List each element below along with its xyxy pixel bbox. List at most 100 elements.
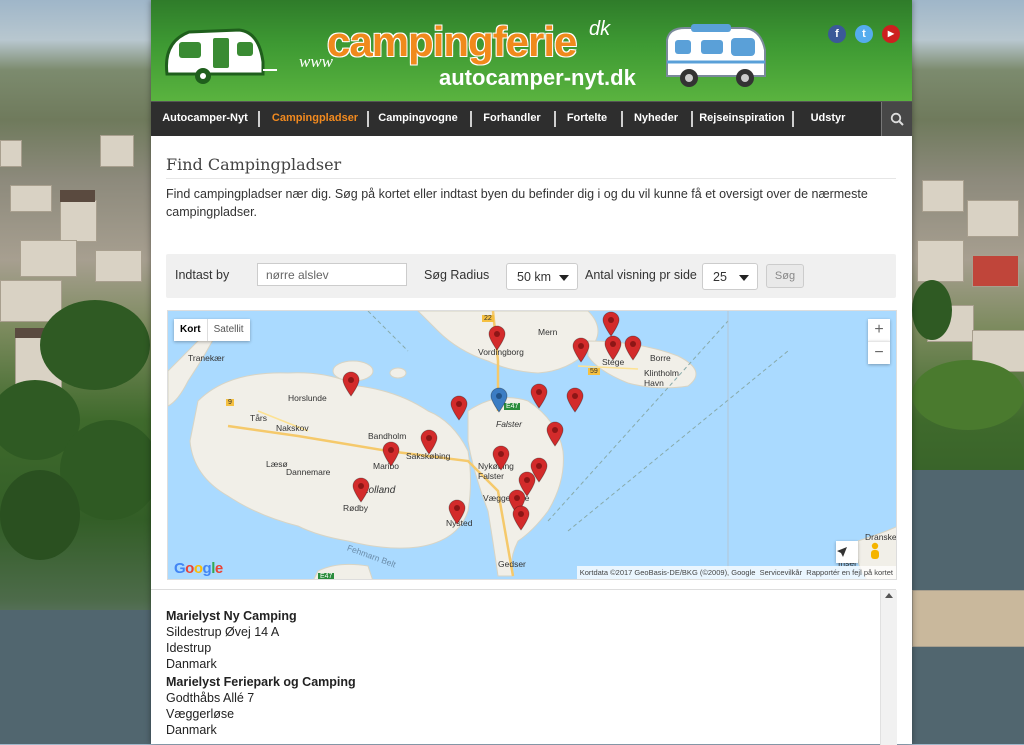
map-pin-icon xyxy=(512,505,530,531)
nav-separator xyxy=(621,111,623,127)
per-page-label: Antal visning pr side xyxy=(585,268,697,282)
campsite-map[interactable]: Kort Satellit + − Tranekær Horslunde Tårs… xyxy=(167,310,897,580)
google-logo: Google xyxy=(174,560,223,577)
nav-rejseinspiration[interactable]: Rejseinspiration xyxy=(698,102,786,136)
campsite-pin[interactable] xyxy=(512,505,530,531)
search-button[interactable] xyxy=(881,102,912,136)
nav-separator xyxy=(554,111,556,127)
radius-value: 50 km xyxy=(517,270,552,284)
result-country: Danmark xyxy=(166,723,217,737)
results-scrollbar[interactable] xyxy=(880,590,897,745)
background-scenery-right xyxy=(912,0,1024,744)
campsite-pin[interactable] xyxy=(488,325,506,351)
logo-subtitle[interactable]: autocamper-nyt.dk xyxy=(439,65,636,91)
campsite-pin[interactable] xyxy=(530,383,548,409)
campsite-pin[interactable] xyxy=(572,337,590,363)
zoom-out-button[interactable]: − xyxy=(868,341,890,364)
campsite-pin[interactable] xyxy=(546,421,564,447)
search-submit-button[interactable]: Søg xyxy=(766,264,804,288)
campsite-pin[interactable] xyxy=(624,335,642,361)
page-title: Find Campingpladser xyxy=(166,155,342,174)
map-pin-icon xyxy=(382,441,400,467)
zoom-in-button[interactable]: + xyxy=(868,319,890,341)
nav-autocamper-nyt[interactable]: Autocamper-Nyt xyxy=(159,102,251,136)
road-shield: 22 xyxy=(482,315,494,322)
attribution-data: Kortdata ©2017 GeoBasis-DE/BKG (©2009), … xyxy=(579,568,756,577)
map-pin-icon xyxy=(546,421,564,447)
campsite-pin[interactable] xyxy=(382,441,400,467)
map-label: Gedser xyxy=(498,559,526,569)
result-name[interactable]: Marielyst Feriepark og Camping xyxy=(166,675,356,689)
twitter-icon[interactable]: t xyxy=(855,25,873,43)
scroll-up-icon[interactable] xyxy=(885,593,893,598)
result-city: Idestrup xyxy=(166,641,212,655)
map-label: Borre xyxy=(650,353,671,363)
nav-campingvogne[interactable]: Campingvogne xyxy=(374,102,462,136)
nav-fortelte[interactable]: Fortelte xyxy=(561,102,613,136)
campsite-pin[interactable] xyxy=(450,395,468,421)
result-name[interactable]: Marielyst Ny Camping xyxy=(166,609,297,623)
my-location-button[interactable] xyxy=(836,541,858,563)
chevron-down-icon xyxy=(559,275,569,281)
per-page-select[interactable]: 25 xyxy=(702,263,758,290)
campsite-pin[interactable] xyxy=(420,429,438,455)
result-street: Godthåbs Allé 7 xyxy=(166,691,255,705)
facebook-icon[interactable]: f xyxy=(828,25,846,43)
city-input[interactable]: nørre alslev xyxy=(257,263,407,286)
nav-separator xyxy=(792,111,794,127)
map-type-control: Kort Satellit xyxy=(174,319,250,341)
site-header: www campingferie dk autocamper-nyt.dk f … xyxy=(151,0,912,101)
nav-udstyr[interactable]: Udstyr xyxy=(799,102,857,136)
city-label: Indtast by xyxy=(175,268,230,282)
map-type-satellite[interactable]: Satellit xyxy=(206,319,250,341)
road-shield: 59 xyxy=(588,368,600,375)
map-pin-icon xyxy=(492,445,510,471)
map-pin-icon xyxy=(490,387,508,413)
list-item[interactable]: Marielyst Feriepark og Camping Godthåbs … xyxy=(166,674,356,738)
campsite-pin[interactable] xyxy=(342,371,360,397)
street-view-pegman-icon[interactable] xyxy=(868,541,890,563)
nav-forhandler[interactable]: Forhandler xyxy=(477,102,547,136)
map-pin-icon xyxy=(530,383,548,409)
map-label: Nakskov xyxy=(276,423,309,433)
campsite-pin[interactable] xyxy=(448,499,466,525)
list-item[interactable]: Marielyst Ny Camping Sildestrup Øvej 14 … xyxy=(166,608,297,672)
map-pin-icon xyxy=(602,311,620,337)
report-error-link[interactable]: Rapportér en fejl på kortet xyxy=(806,568,893,577)
result-street: Sildestrup Øvej 14 A xyxy=(166,625,280,639)
radius-select[interactable]: 50 km xyxy=(506,263,578,290)
result-city: Væggerløse xyxy=(166,707,235,721)
title-divider xyxy=(166,178,896,179)
campsite-pin[interactable] xyxy=(602,311,620,337)
radius-label: Søg Radius xyxy=(424,268,490,282)
campsite-pin[interactable] xyxy=(492,445,510,471)
map-label: Klintholm Havn xyxy=(644,368,679,388)
background-scenery-left xyxy=(0,0,151,744)
map-attribution: Kortdata ©2017 GeoBasis-DE/BKG (©2009), … xyxy=(576,566,896,579)
user-location-pin[interactable] xyxy=(490,387,508,413)
nav-separator xyxy=(367,111,369,127)
map-label: Mern xyxy=(538,327,558,337)
nav-nyheder[interactable]: Nyheder xyxy=(628,102,684,136)
result-country: Danmark xyxy=(166,657,217,671)
map-pin-icon xyxy=(420,429,438,455)
campsite-pin[interactable] xyxy=(566,387,584,413)
nav-separator xyxy=(470,111,472,127)
map-pin-icon xyxy=(566,387,584,413)
map-label: Tårs xyxy=(250,413,267,423)
youtube-icon[interactable]: ▶ xyxy=(882,25,900,43)
campsite-pin[interactable] xyxy=(352,477,370,503)
map-pin-icon xyxy=(352,477,370,503)
map-type-map[interactable]: Kort xyxy=(174,319,207,341)
results-list: Marielyst Ny Camping Sildestrup Øvej 14 … xyxy=(151,589,897,745)
per-page-value: 25 xyxy=(713,270,727,284)
terms-link[interactable]: Servicevilkår xyxy=(760,568,803,577)
caravan-logo-icon[interactable] xyxy=(159,22,279,88)
campsite-pin[interactable] xyxy=(604,335,622,361)
nav-campingpladser[interactable]: Campingpladser xyxy=(266,102,364,136)
map-pin-icon xyxy=(450,395,468,421)
map-pin-icon xyxy=(448,499,466,525)
map-label: Falster xyxy=(496,419,522,429)
logo-main-text[interactable]: campingferie xyxy=(327,18,577,66)
page-container: www campingferie dk autocamper-nyt.dk f … xyxy=(151,0,912,745)
